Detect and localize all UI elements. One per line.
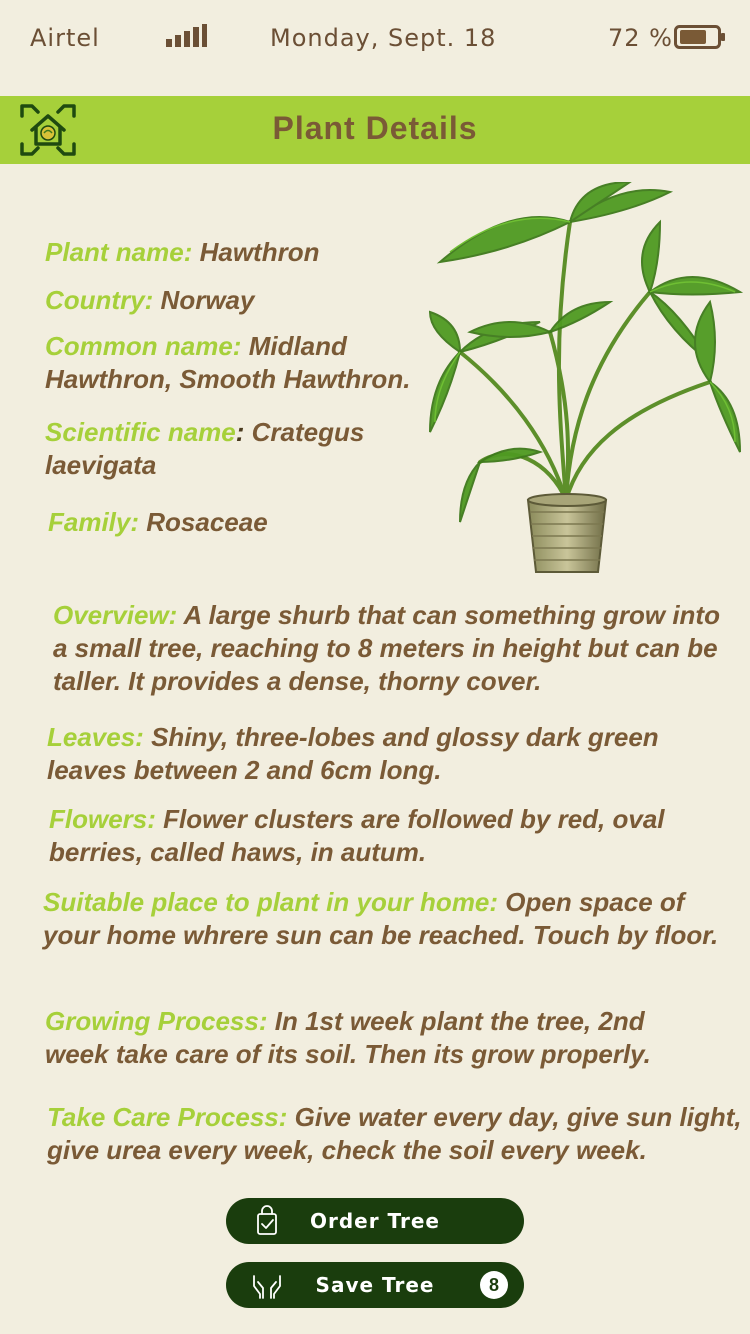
suitable-place: Suitable place to plant in your home: Op… [43, 886, 723, 952]
save-tree-button[interactable]: Save Tree 8 [226, 1262, 524, 1308]
battery-icon [674, 25, 725, 49]
country: Country: Norway [45, 284, 425, 317]
signal-bars-icon [166, 24, 207, 47]
plant-name-label: Plant name: [45, 237, 193, 267]
growing-process: Growing Process: In 1st week plant the t… [45, 1005, 705, 1071]
growing-process-label: Growing Process: [45, 1006, 268, 1036]
suitable-place-label: Suitable place to plant in your home: [43, 887, 499, 917]
family-label: Family: [48, 507, 140, 537]
status-date: Monday, Sept. 18 [270, 24, 497, 52]
take-care-process-label: Take Care Process: [47, 1102, 288, 1132]
plant-name-value: Hawthron [192, 237, 320, 267]
family-value: Rosaceae [139, 507, 268, 537]
leaves-label: Leaves: [47, 722, 144, 752]
leaves: Leaves: Shiny, three-lobes and glossy da… [47, 721, 707, 787]
flowers-label: Flowers: [49, 804, 156, 834]
page-title: Plant Details [272, 110, 478, 146]
status-bar: Airtel Monday, Sept. 18 72 % [0, 0, 750, 76]
take-care-process: Take Care Process: Give water every day,… [47, 1101, 747, 1167]
save-count-badge: 8 [480, 1271, 508, 1299]
common-name: Common name: Midland Hawthron, Smooth Ha… [45, 330, 430, 396]
overview: Overview: A large shurb that can somethi… [53, 599, 723, 698]
scientific-name: Scientific name: Crategus laevigata [45, 416, 395, 482]
battery-percentage: 72 % [608, 24, 673, 52]
overview-label: Overview: [53, 600, 178, 630]
country-label: Country: [45, 285, 154, 315]
plant-image [428, 182, 744, 573]
carrier-name: Airtel [30, 24, 100, 52]
order-tree-button[interactable]: Order Tree [226, 1198, 524, 1244]
country-value: Norway [153, 285, 255, 315]
scientific-name-label: Scientific name [45, 417, 236, 447]
order-tree-label: Order Tree [309, 1209, 440, 1233]
app-header: Plant Details [0, 96, 750, 164]
flowers: Flowers: Flower clusters are followed by… [49, 803, 709, 869]
plant-name: Plant name: Hawthron [45, 236, 425, 269]
common-name-label: Common name: [45, 331, 242, 361]
family: Family: Rosaceae [48, 506, 428, 539]
